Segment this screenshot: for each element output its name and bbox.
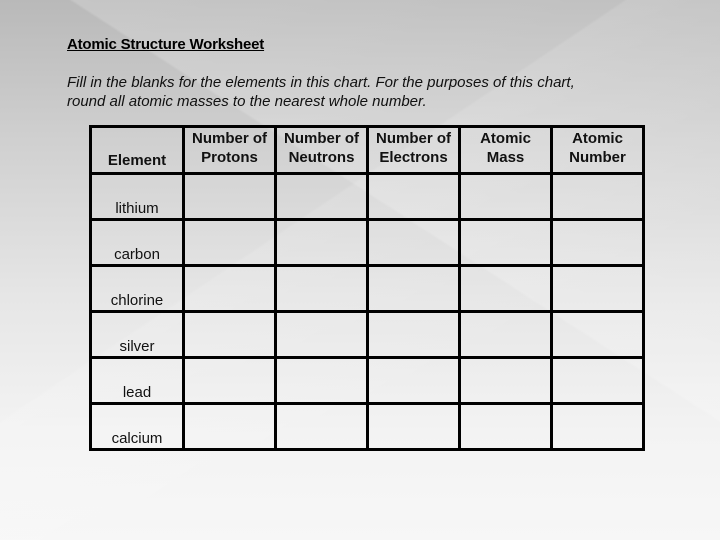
header-label: Number bbox=[569, 149, 626, 166]
electrons-cell[interactable] bbox=[366, 356, 461, 405]
atomic-mass-cell[interactable] bbox=[458, 218, 553, 267]
atomic-structure-table: Element Number of Protons Number of Neut… bbox=[89, 125, 645, 451]
atomic-number-cell[interactable] bbox=[550, 172, 645, 221]
worksheet-title: Atomic Structure Worksheet bbox=[67, 36, 265, 53]
electrons-cell[interactable] bbox=[366, 172, 461, 221]
header-label: Atomic bbox=[572, 130, 623, 147]
protons-cell[interactable] bbox=[182, 264, 277, 313]
header-atomic-number: Atomic Number bbox=[550, 125, 645, 175]
header-atomic-mass: Atomic Mass bbox=[458, 125, 553, 175]
electrons-cell[interactable] bbox=[366, 218, 461, 267]
header-protons: Number of Protons bbox=[182, 125, 277, 175]
table-row: carbon bbox=[89, 218, 645, 267]
header-label: Neutrons bbox=[288, 149, 355, 166]
atomic-mass-cell[interactable] bbox=[458, 402, 553, 451]
table-row: lead bbox=[89, 356, 645, 405]
protons-cell[interactable] bbox=[182, 172, 277, 221]
protons-cell[interactable] bbox=[182, 310, 277, 359]
element-name: lithium bbox=[89, 172, 185, 221]
protons-cell[interactable] bbox=[182, 402, 277, 451]
header-electrons: Number of Electrons bbox=[366, 125, 461, 175]
electrons-cell[interactable] bbox=[366, 310, 461, 359]
table-row: silver bbox=[89, 310, 645, 359]
header-label: Atomic bbox=[480, 130, 531, 147]
atomic-mass-cell[interactable] bbox=[458, 356, 553, 405]
table-row: chlorine bbox=[89, 264, 645, 313]
atomic-number-cell[interactable] bbox=[550, 264, 645, 313]
neutrons-cell[interactable] bbox=[274, 402, 369, 451]
element-name: lead bbox=[89, 356, 185, 405]
electrons-cell[interactable] bbox=[366, 264, 461, 313]
header-neutrons: Number of Neutrons bbox=[274, 125, 369, 175]
atomic-number-cell[interactable] bbox=[550, 310, 645, 359]
atomic-mass-cell[interactable] bbox=[458, 264, 553, 313]
header-label: Mass bbox=[486, 149, 525, 166]
neutrons-cell[interactable] bbox=[274, 310, 369, 359]
element-name: chlorine bbox=[89, 264, 185, 313]
header-label: Number of bbox=[284, 130, 359, 147]
protons-cell[interactable] bbox=[182, 356, 277, 405]
header-element: Element bbox=[89, 125, 185, 175]
header-label: Number of bbox=[376, 130, 451, 147]
instructions-line: round all atomic masses to the nearest w… bbox=[67, 93, 427, 110]
electrons-cell[interactable] bbox=[366, 402, 461, 451]
element-name: carbon bbox=[89, 218, 185, 267]
atomic-mass-cell[interactable] bbox=[458, 310, 553, 359]
instructions-line: Fill in the blanks for the elements in t… bbox=[67, 74, 575, 91]
protons-cell[interactable] bbox=[182, 218, 277, 267]
atomic-number-cell[interactable] bbox=[550, 402, 645, 451]
atomic-number-cell[interactable] bbox=[550, 218, 645, 267]
neutrons-cell[interactable] bbox=[274, 264, 369, 313]
header-label: Number of bbox=[192, 130, 267, 147]
table-row: calcium bbox=[89, 402, 645, 451]
worksheet-instructions: Fill in the blanks for the elements in t… bbox=[67, 73, 667, 111]
header-label: Element bbox=[107, 152, 167, 169]
header-label: Electrons bbox=[379, 149, 448, 166]
neutrons-cell[interactable] bbox=[274, 172, 369, 221]
header-label: Protons bbox=[201, 149, 258, 166]
neutrons-cell[interactable] bbox=[274, 356, 369, 405]
table-row: lithium bbox=[89, 172, 645, 221]
element-name: calcium bbox=[89, 402, 185, 451]
atomic-mass-cell[interactable] bbox=[458, 172, 553, 221]
atomic-number-cell[interactable] bbox=[550, 356, 645, 405]
neutrons-cell[interactable] bbox=[274, 218, 369, 267]
element-name: silver bbox=[89, 310, 185, 359]
table-header-row: Element Number of Protons Number of Neut… bbox=[89, 125, 645, 175]
